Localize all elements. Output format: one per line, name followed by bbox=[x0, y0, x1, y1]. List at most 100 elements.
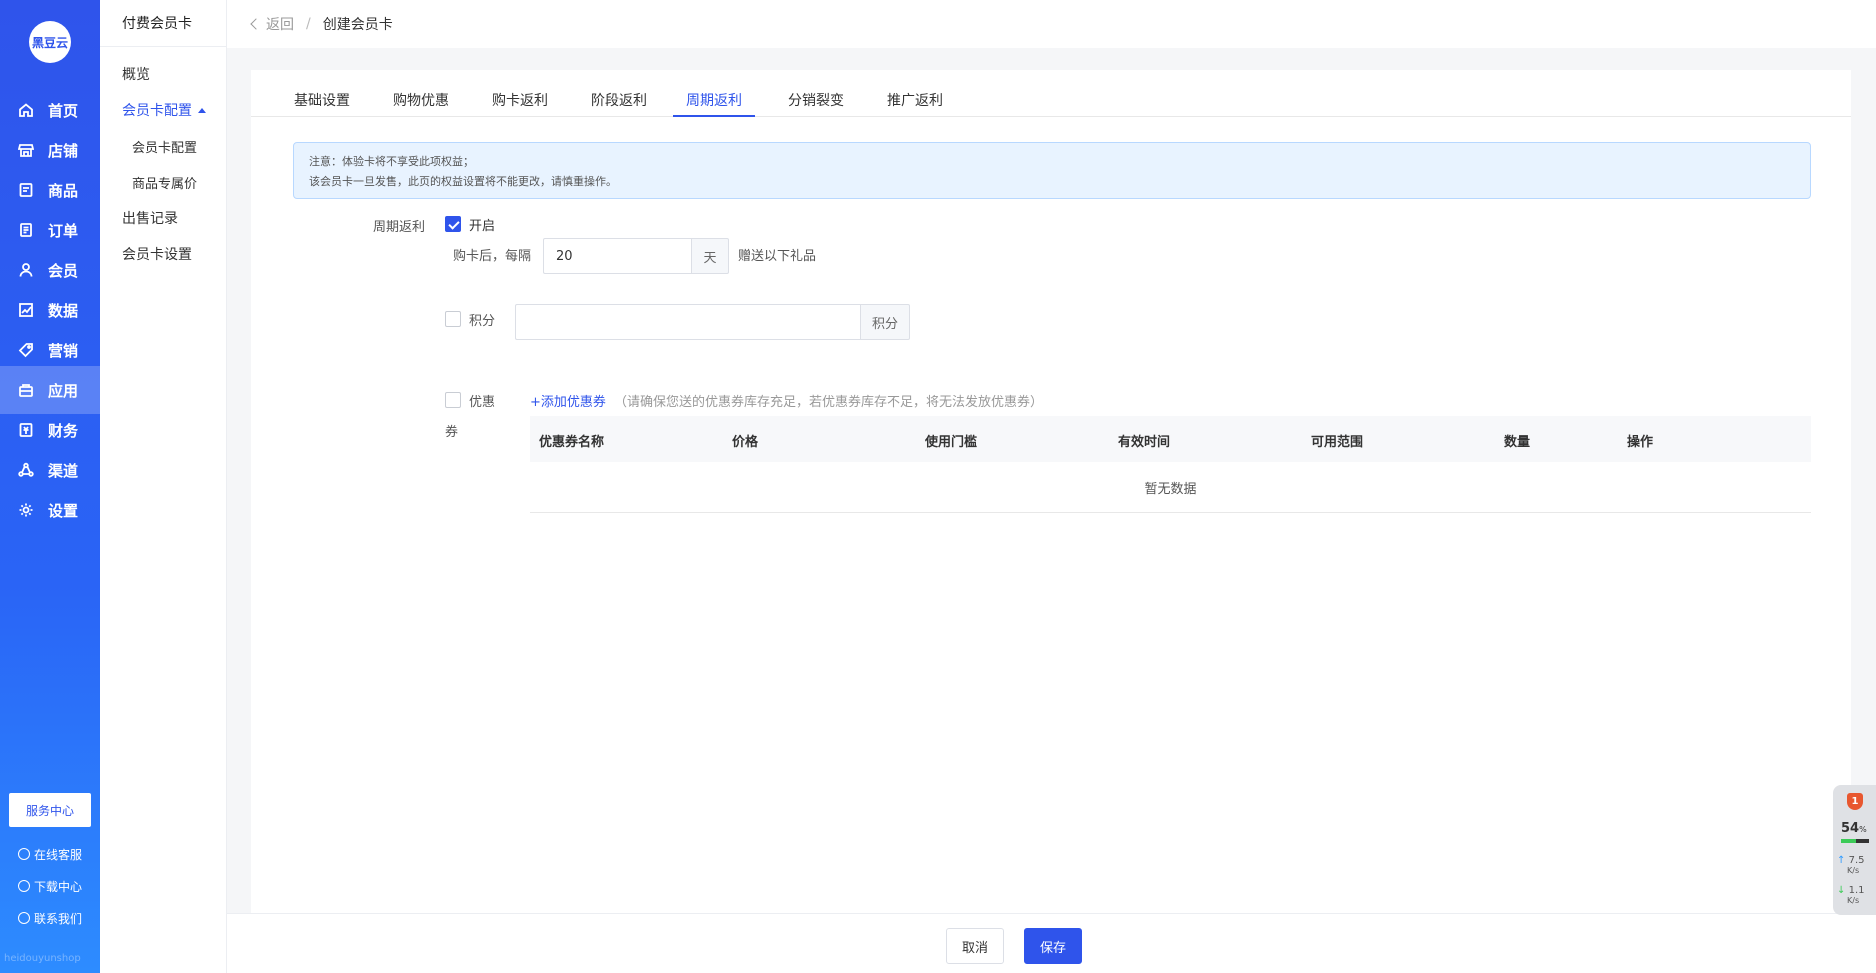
coupon-checkbox[interactable] bbox=[445, 392, 461, 408]
submenu-item-card-settings[interactable]: 会员卡设置 bbox=[122, 244, 192, 264]
chevron-left-icon bbox=[250, 18, 262, 30]
member-icon bbox=[18, 262, 34, 278]
nav-footer-brand: heidouyunshop bbox=[4, 953, 81, 964]
online-support-label: 在线客服 bbox=[34, 847, 83, 862]
column-header-actions: 操作 bbox=[1627, 435, 1654, 450]
tab-stage-rebate[interactable]: 阶段返利 bbox=[578, 90, 660, 117]
tab-bar: 基础设置 购物优惠 购卡返利 阶段返利 周期返利 分销裂变 推广返利 bbox=[251, 70, 1851, 117]
goods-icon bbox=[18, 182, 34, 198]
enable-label: 开启 bbox=[469, 219, 496, 234]
coupon-table: 优惠券名称 价格 使用门槛 有效时间 可用范围 数量 操作 暂无数据 bbox=[530, 416, 1811, 513]
gear-icon bbox=[18, 502, 34, 518]
breadcrumb: 返回 / 创建会员卡 bbox=[227, 0, 1876, 48]
nav-item-label: 应用 bbox=[48, 381, 79, 400]
submenu-item-card-config-label: 会员卡配置 bbox=[122, 103, 192, 119]
points-input-group: 积分 bbox=[515, 304, 910, 340]
online-support-link[interactable]: 在线客服 bbox=[18, 844, 98, 864]
contact-us-link[interactable]: 联系我们 bbox=[18, 908, 98, 928]
save-button[interactable]: 保存 bbox=[1024, 928, 1082, 964]
submenu-item-card-config-child[interactable]: 会员卡配置 bbox=[132, 136, 197, 156]
cpu-usage-value: 54 bbox=[1841, 821, 1860, 836]
arrow-down-icon: ↓ bbox=[1837, 885, 1846, 896]
interval-suffix: 赠送以下礼品 bbox=[738, 249, 817, 264]
column-header-scope: 可用范围 bbox=[1311, 435, 1364, 450]
periodic-rebate-label: 周期返利 bbox=[373, 220, 426, 235]
table-empty-state: 暂无数据 bbox=[530, 462, 1811, 513]
download-center-link[interactable]: 下载中心 bbox=[18, 876, 98, 896]
chart-icon bbox=[18, 302, 34, 318]
column-header-coupon-name: 优惠券名称 bbox=[539, 435, 605, 450]
download-rate-value: 1.1 bbox=[1848, 885, 1865, 896]
nav-item-label: 设置 bbox=[48, 501, 79, 520]
nav-item-label: 财务 bbox=[48, 421, 79, 440]
tab-purchase-rebate[interactable]: 购卡返利 bbox=[479, 90, 561, 117]
nav-item-label: 店铺 bbox=[48, 141, 79, 160]
submenu-title: 付费会员卡 bbox=[100, 0, 226, 47]
download-icon bbox=[18, 880, 30, 892]
back-label: 返回 bbox=[266, 17, 294, 33]
points-label: 积分 bbox=[469, 314, 496, 329]
column-header-price: 价格 bbox=[732, 435, 759, 450]
submenu-item-card-config[interactable]: 会员卡配置 bbox=[122, 100, 206, 120]
points-checkbox[interactable] bbox=[445, 311, 461, 327]
order-icon bbox=[18, 222, 34, 238]
content-card: 基础设置 购物优惠 购卡返利 阶段返利 周期返利 分销裂变 推广返利 注意：体验… bbox=[251, 70, 1851, 915]
nav-item-settings[interactable]: 设置 bbox=[0, 486, 100, 534]
nav-item-label: 商品 bbox=[48, 181, 79, 200]
secondary-menu: 付费会员卡 概览 会员卡配置 会员卡配置 商品专属价 出售记录 会员卡设置 bbox=[100, 0, 227, 973]
interval-unit: 天 bbox=[691, 238, 729, 274]
nav-item-label: 渠道 bbox=[48, 461, 79, 480]
nav-item-label: 数据 bbox=[48, 301, 79, 320]
interval-input-group: 天 bbox=[543, 238, 729, 274]
nav-item-label: 营销 bbox=[48, 341, 79, 360]
primary-nav: 黑豆云 首页 店铺 商品 订单 会员 数据 营销 应用 财务 渠道 设置 服务中… bbox=[0, 0, 100, 973]
chat-icon bbox=[18, 912, 30, 924]
download-rate-unit: K/s bbox=[1847, 896, 1860, 905]
column-header-valid-time: 有效时间 bbox=[1118, 435, 1171, 450]
brand-logo[interactable]: 黑豆云 bbox=[29, 21, 71, 63]
notice-line-2: 该会员卡一旦发售，此页的权益设置将不能更改，请慎重操作。 bbox=[309, 175, 617, 188]
cancel-button[interactable]: 取消 bbox=[946, 928, 1004, 964]
notice-line-1: 注意：体验卡将不享受此项权益； bbox=[309, 155, 474, 168]
app-icon bbox=[18, 382, 34, 398]
submenu-item-overview[interactable]: 概览 bbox=[122, 64, 150, 84]
interval-prefix: 购卡后，每隔 bbox=[453, 249, 532, 264]
channel-icon bbox=[18, 462, 34, 478]
add-coupon-link[interactable]: +添加优惠券 bbox=[530, 391, 606, 410]
table-header: 优惠券名称 价格 使用门槛 有效时间 可用范围 数量 操作 bbox=[530, 416, 1811, 462]
column-header-threshold: 使用门槛 bbox=[925, 435, 978, 450]
breadcrumb-separator: / bbox=[306, 16, 311, 32]
tag-icon bbox=[18, 342, 34, 358]
system-monitor-widget[interactable]: 1 54% ↑ 7.5 K/s ↓ 1.1 K/s bbox=[1833, 785, 1876, 915]
breadcrumb-current: 创建会员卡 bbox=[322, 17, 393, 33]
upload-rate: ↑ 7.5 K/s bbox=[1837, 855, 1864, 875]
nav-item-label: 会员 bbox=[48, 261, 79, 280]
cpu-usage-bar bbox=[1841, 839, 1869, 843]
points-unit: 积分 bbox=[860, 304, 910, 340]
enable-checkbox[interactable] bbox=[445, 216, 461, 232]
download-center-label: 下载中心 bbox=[34, 879, 83, 894]
back-link[interactable]: 返回 bbox=[250, 14, 294, 34]
submenu-item-exclusive-price[interactable]: 商品专属价 bbox=[132, 172, 197, 192]
nav-item-label: 订单 bbox=[48, 221, 79, 240]
caret-up-icon bbox=[198, 107, 206, 113]
upload-rate-value: 7.5 bbox=[1848, 855, 1865, 866]
points-input[interactable] bbox=[515, 304, 860, 340]
submenu-item-sales-record[interactable]: 出售记录 bbox=[122, 208, 178, 228]
download-rate: ↓ 1.1 K/s bbox=[1837, 885, 1864, 905]
shield-icon: 1 bbox=[1847, 793, 1863, 810]
tab-basic-settings[interactable]: 基础设置 bbox=[281, 90, 363, 117]
coupon-label-wrap: 券 bbox=[445, 425, 459, 440]
tab-promotion-rebate[interactable]: 推广返利 bbox=[874, 90, 956, 117]
form-footer: 取消 保存 bbox=[227, 913, 1876, 973]
store-icon bbox=[18, 142, 34, 158]
interval-days-input[interactable] bbox=[543, 238, 691, 274]
coupon-label: 优惠 bbox=[469, 395, 496, 410]
service-center-button[interactable]: 服务中心 bbox=[9, 793, 91, 827]
tab-shopping-discount[interactable]: 购物优惠 bbox=[380, 90, 462, 117]
notice-banner: 注意：体验卡将不享受此项权益； 该会员卡一旦发售，此页的权益设置将不能更改，请慎… bbox=[293, 142, 1811, 199]
tab-distribution[interactable]: 分销裂变 bbox=[775, 90, 857, 117]
tab-periodic-rebate[interactable]: 周期返利 bbox=[673, 90, 755, 117]
home-icon bbox=[18, 102, 34, 118]
column-header-quantity: 数量 bbox=[1504, 435, 1531, 450]
